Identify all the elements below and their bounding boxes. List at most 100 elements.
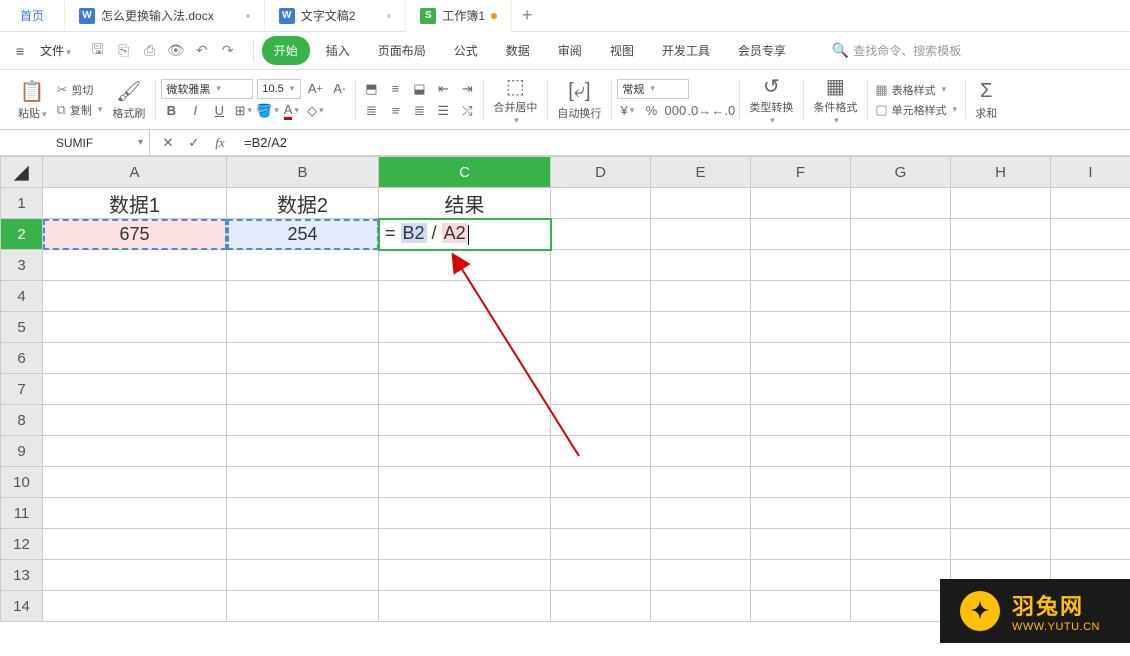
save-as-icon[interactable]: ⎘ — [115, 42, 133, 60]
cell[interactable] — [851, 529, 951, 560]
command-search[interactable]: 🔍 查找命令、搜索模板 — [832, 42, 961, 59]
row-header-7[interactable]: 7 — [1, 374, 43, 405]
cell[interactable] — [379, 312, 551, 343]
copy-button[interactable]: ⧉复制 — [55, 101, 105, 119]
cell[interactable] — [651, 343, 751, 374]
cell[interactable] — [379, 467, 551, 498]
spreadsheet-grid[interactable]: ◢ A B C D E F G H I 1 数据1 数据2 结果 2 675 2… — [0, 156, 1130, 622]
cell[interactable] — [43, 281, 227, 312]
cell[interactable] — [551, 219, 651, 250]
formula-input[interactable]: =B2/A2 — [238, 135, 1130, 150]
cell[interactable] — [379, 343, 551, 374]
cell[interactable] — [551, 591, 651, 622]
tab-doc3-active[interactable]: S 工作簿1 — [406, 0, 512, 32]
cell[interactable] — [551, 467, 651, 498]
cell[interactable] — [227, 529, 379, 560]
cell[interactable] — [227, 467, 379, 498]
cell[interactable] — [951, 498, 1051, 529]
cell[interactable] — [551, 436, 651, 467]
cell[interactable] — [651, 560, 751, 591]
cell[interactable] — [751, 405, 851, 436]
cell[interactable] — [227, 281, 379, 312]
grow-font-icon[interactable]: A+ — [305, 79, 325, 99]
cell[interactable] — [851, 467, 951, 498]
align-middle-icon[interactable]: ≡ — [385, 79, 405, 99]
col-header-C-active[interactable]: C — [379, 157, 551, 188]
cell[interactable] — [951, 219, 1051, 250]
row-header-1[interactable]: 1 — [1, 188, 43, 219]
ribbon-tab-layout[interactable]: 页面布局 — [366, 36, 438, 65]
row-header-4[interactable]: 4 — [1, 281, 43, 312]
ribbon-tab-insert[interactable]: 插入 — [314, 36, 362, 65]
cell[interactable] — [951, 343, 1051, 374]
cell[interactable] — [751, 374, 851, 405]
fill-color-icon[interactable]: 🪣 — [257, 101, 277, 121]
ribbon-tab-start[interactable]: 开始 — [262, 36, 310, 65]
cell[interactable] — [43, 374, 227, 405]
cell[interactable] — [43, 405, 227, 436]
cell[interactable] — [851, 498, 951, 529]
cell[interactable] — [43, 529, 227, 560]
align-center-icon[interactable]: ≡ — [385, 101, 405, 121]
col-header-B[interactable]: B — [227, 157, 379, 188]
italic-icon[interactable]: I — [185, 101, 205, 121]
shrink-font-icon[interactable]: A- — [329, 79, 349, 99]
cell[interactable] — [379, 281, 551, 312]
align-justify-icon[interactable]: ☰ — [433, 101, 453, 121]
ribbon-tab-view[interactable]: 视图 — [598, 36, 646, 65]
cell[interactable] — [1051, 467, 1130, 498]
ribbon-tab-data[interactable]: 数据 — [494, 36, 542, 65]
cell[interactable] — [951, 374, 1051, 405]
cell[interactable] — [651, 281, 751, 312]
cell[interactable] — [43, 436, 227, 467]
cell[interactable] — [1051, 498, 1130, 529]
cell[interactable] — [951, 467, 1051, 498]
cell[interactable] — [651, 467, 751, 498]
cell[interactable] — [227, 250, 379, 281]
cell[interactable] — [227, 312, 379, 343]
redo-icon[interactable]: ↷ — [219, 42, 237, 60]
dec-dec-icon[interactable]: ←.0 — [713, 101, 733, 121]
col-header-A[interactable]: A — [43, 157, 227, 188]
cell[interactable] — [1051, 405, 1130, 436]
cell-A1[interactable]: 数据1 — [43, 188, 227, 219]
row-header-12[interactable]: 12 — [1, 529, 43, 560]
cell[interactable] — [851, 374, 951, 405]
text-effects-icon[interactable]: ◇ — [305, 101, 325, 121]
cell[interactable] — [851, 591, 951, 622]
select-all-corner[interactable]: ◢ — [1, 157, 43, 188]
cell[interactable] — [651, 219, 751, 250]
cell[interactable] — [43, 250, 227, 281]
cell-B1[interactable]: 数据2 — [227, 188, 379, 219]
cell[interactable] — [227, 343, 379, 374]
underline-icon[interactable]: U — [209, 101, 229, 121]
cell[interactable] — [551, 560, 651, 591]
format-painter-button[interactable]: 🖌 格式刷 — [108, 79, 149, 121]
cell[interactable] — [551, 281, 651, 312]
cut-button[interactable]: ✂剪切 — [55, 81, 105, 99]
cell[interactable] — [851, 560, 951, 591]
tab-doc1[interactable]: W 怎么更换输入法.docx — [65, 0, 265, 32]
cell[interactable] — [751, 312, 851, 343]
row-header-8[interactable]: 8 — [1, 405, 43, 436]
col-header-G[interactable]: G — [851, 157, 951, 188]
cell[interactable] — [379, 591, 551, 622]
col-header-I[interactable]: I — [1051, 157, 1130, 188]
cell[interactable] — [851, 250, 951, 281]
cell[interactable] — [751, 436, 851, 467]
orientation-icon[interactable]: ⤭ — [457, 101, 477, 121]
cell[interactable] — [751, 498, 851, 529]
cell[interactable] — [851, 188, 951, 219]
cell[interactable] — [1051, 374, 1130, 405]
ribbon-tab-dev[interactable]: 开发工具 — [650, 36, 722, 65]
cell[interactable] — [851, 281, 951, 312]
autosum-button[interactable]: Σ 求和 — [971, 79, 1001, 121]
cell[interactable] — [951, 529, 1051, 560]
undo-icon[interactable]: ↶ — [193, 42, 211, 60]
print-icon[interactable]: ⎙ — [141, 42, 159, 60]
cell[interactable] — [551, 374, 651, 405]
document-tab-bar[interactable]: 首页 W 怎么更换输入法.docx W 文字文稿2 S 工作簿1 + — [0, 0, 1130, 32]
cell[interactable] — [379, 529, 551, 560]
cell[interactable] — [651, 188, 751, 219]
align-right-icon[interactable]: ≣ — [409, 101, 429, 121]
